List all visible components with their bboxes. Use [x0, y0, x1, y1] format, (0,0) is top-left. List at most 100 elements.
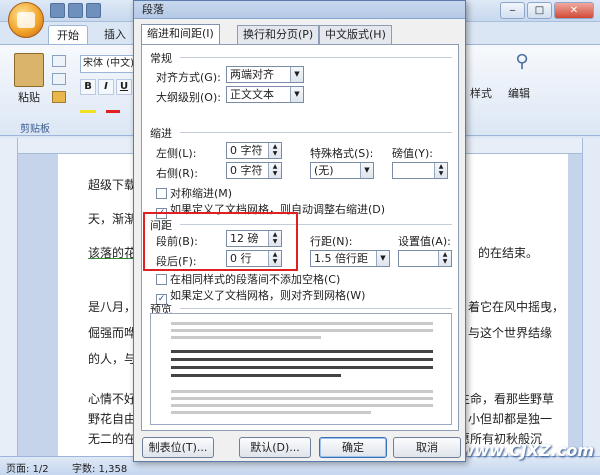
special-format-select[interactable]: (无) ▼ — [310, 162, 374, 179]
vertical-ruler[interactable] — [0, 138, 18, 458]
left-indent-spinner[interactable]: 0 字符 ▲ ▼ — [226, 142, 282, 159]
minimize-button[interactable]: ‒ — [500, 2, 525, 19]
line-spacing-value: 1.5 倍行距 — [314, 252, 368, 265]
preview-sample-line — [171, 350, 433, 353]
special-format-label: 特殊格式(S): — [310, 147, 374, 160]
by-label: 磅值(Y): — [392, 147, 434, 160]
format-painter-icon[interactable] — [52, 91, 66, 103]
chevron-down-icon: ▼ — [290, 87, 303, 102]
preview-line — [171, 390, 433, 393]
left-indent-label: 左侧(L): — [156, 147, 197, 160]
tabs-button[interactable]: 制表位(T)... — [142, 437, 214, 458]
doc-fragment: 小但却都是独一 — [468, 412, 553, 426]
edit-label[interactable]: 编辑 — [508, 85, 530, 101]
alignment-value: 两端对齐 — [230, 68, 274, 81]
no-space-same-style-checkbox[interactable]: 在相同样式的段落间不添加空格(C) — [156, 271, 340, 287]
ok-button[interactable]: 确定 — [319, 437, 387, 458]
left-indent-value: 0 字符 — [230, 144, 263, 157]
checkbox-unchecked-icon[interactable] — [156, 274, 167, 285]
snap-to-grid-label: 如果定义了文档网格，则对齐到网格(W) — [170, 289, 366, 302]
cancel-button[interactable]: 取消 — [393, 437, 461, 458]
mirror-indents-checkbox[interactable]: 对称缩进(M) — [156, 185, 232, 201]
preview-box — [150, 313, 452, 425]
tab-line-page-breaks[interactable]: 换行和分页(P) — [237, 25, 320, 44]
spin-arrows-icon[interactable]: ▲ ▼ — [268, 143, 281, 158]
outline-level-value: 正文文本 — [230, 88, 274, 101]
preview-sample-line — [171, 374, 341, 377]
save-icon[interactable] — [50, 3, 65, 18]
highlight-icon[interactable] — [80, 99, 96, 113]
copy-icon[interactable] — [52, 73, 66, 85]
tab-indents-spacing[interactable]: 缩进和间距(I) — [141, 24, 220, 45]
dialog-title: 段落 — [134, 1, 465, 19]
clipboard-group-label: 剪贴板 — [20, 124, 50, 135]
close-button[interactable]: ✕ — [554, 2, 594, 19]
paste-icon[interactable] — [14, 53, 44, 87]
no-space-label: 在相同样式的段落间不添加空格(C) — [170, 273, 341, 286]
vertical-scrollbar[interactable] — [582, 138, 600, 456]
cut-icon[interactable] — [52, 55, 66, 67]
office-button[interactable] — [8, 2, 44, 38]
quick-access-toolbar — [50, 3, 101, 18]
binoculars-icon[interactable]: ⚲ — [505, 51, 539, 81]
font-color-icon[interactable] — [106, 99, 120, 113]
at-spinner[interactable]: ▲ ▼ — [398, 250, 452, 267]
special-format-value: (无) — [314, 164, 334, 177]
outline-level-label: 大纲级别(O): — [156, 91, 221, 104]
office-logo-icon — [17, 12, 35, 28]
doc-fragment: 生命，看那些野草 — [458, 392, 555, 406]
doc-line: 的人，与 — [88, 352, 137, 366]
preview-sample-line — [171, 366, 433, 369]
tab-insert[interactable]: 插入 — [96, 25, 134, 44]
tab-asian-typography[interactable]: 中文版式(H) — [319, 25, 392, 44]
window-controls: ‒ □ ✕ — [500, 2, 594, 19]
doc-line: 无二的在 — [88, 432, 137, 446]
bold-button[interactable]: B — [80, 79, 96, 95]
redo-icon[interactable] — [86, 3, 101, 18]
maximize-button[interactable]: □ — [527, 2, 552, 19]
chevron-down-icon: ▼ — [360, 163, 373, 178]
page-count[interactable]: 页面: 1/2 — [6, 460, 49, 475]
undo-icon[interactable] — [68, 3, 83, 18]
styles-label[interactable]: 样式 — [470, 85, 492, 101]
doc-fragment: 的在结束。 — [478, 246, 539, 260]
preview-line — [171, 336, 321, 339]
paste-label[interactable]: 粘贴 — [18, 89, 40, 105]
doc-fragment: 与这个世界结缘 — [468, 326, 553, 340]
doc-line: 该落的花 — [88, 246, 137, 260]
underline-button[interactable]: U — [116, 79, 132, 95]
preview-sample-line — [171, 358, 433, 361]
font-name-select[interactable]: 宋体 (中文) — [80, 55, 135, 73]
preview-line — [171, 411, 371, 414]
spin-arrows-icon[interactable]: ▲ ▼ — [438, 251, 451, 266]
alignment-select[interactable]: 两端对齐 ▼ — [226, 66, 304, 83]
outline-level-select[interactable]: 正文文本 ▼ — [226, 86, 304, 103]
preview-line — [171, 322, 433, 325]
tab-home[interactable]: 开始 — [48, 25, 88, 44]
spin-arrows-icon[interactable]: ▲ ▼ — [434, 163, 447, 178]
alignment-label: 对齐方式(G): — [156, 71, 221, 84]
doc-line: 心情不好 — [88, 392, 137, 406]
doc-line: 天，渐渐 — [88, 212, 137, 226]
checkbox-unchecked-icon[interactable] — [156, 188, 167, 199]
chevron-down-icon: ▼ — [376, 251, 389, 266]
italic-button[interactable]: I — [98, 79, 114, 95]
word-count[interactable]: 字数: 1,358 — [72, 460, 127, 475]
by-spinner[interactable]: ▲ ▼ — [392, 162, 448, 179]
divider — [180, 57, 452, 58]
mirror-indents-label: 对称缩进(M) — [170, 187, 233, 200]
spin-arrows-icon[interactable]: ▲ ▼ — [268, 163, 281, 178]
line-spacing-label: 行距(N): — [310, 235, 353, 248]
snap-to-grid-checkbox[interactable]: ✓ 如果定义了文档网格，则对齐到网格(W) — [156, 287, 365, 305]
doc-line: 是八月， — [88, 300, 137, 314]
divider — [180, 308, 452, 309]
doc-line: 野花自由 — [88, 412, 137, 426]
right-indent-spinner[interactable]: 0 字符 ▲ ▼ — [226, 162, 282, 179]
doc-line: 超级下载 — [88, 178, 137, 192]
doc-line: 倔强而哗 — [88, 326, 137, 340]
doc-fragment: 着它在风中摇曳， — [468, 300, 565, 314]
line-spacing-select[interactable]: 1.5 倍行距 ▼ — [310, 250, 390, 267]
set-default-button[interactable]: 默认(D)... — [239, 437, 311, 458]
general-section-label: 常规 — [150, 52, 172, 65]
chevron-down-icon: ▼ — [290, 67, 303, 82]
